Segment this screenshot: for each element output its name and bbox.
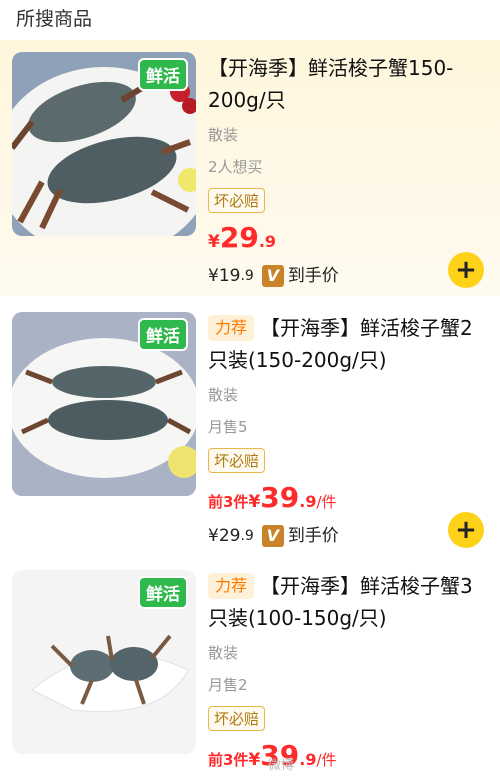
price: 前3件¥39.9/件 — [208, 483, 486, 517]
product-info: 力荐 【开海季】鲜活梭子蟹2只装(150-200g/只) 散装 月售5 坏必赔 前… — [208, 312, 486, 549]
product-image[interactable]: 鲜活 — [12, 52, 196, 236]
vip-price-integer: ¥29 — [208, 526, 241, 546]
vip-price-integer: ¥19 — [208, 266, 241, 286]
price-decimal: .9 — [299, 750, 317, 769]
pack-type: 散装 — [208, 126, 239, 144]
pack-type: 散装 — [208, 386, 239, 404]
watermark: 微博 — [268, 758, 295, 773]
vip-price-decimal: .9 — [240, 528, 254, 544]
product-card[interactable]: 鲜活 【开海季】鲜活梭子蟹150-200g/只 散装 2人想买 坏必赔 ¥29.… — [0, 40, 500, 296]
guarantee-badge: 坏必赔 — [208, 448, 266, 473]
want-count: 2人想买 — [208, 158, 263, 176]
fresh-tag: 鲜活 — [138, 318, 188, 351]
recommend-tag: 力荐 — [208, 573, 255, 599]
monthly-sales: 月售2 — [208, 676, 248, 694]
price-currency: ¥ — [248, 750, 261, 770]
vip-icon: V — [261, 525, 284, 547]
add-to-cart-button[interactable]: + — [448, 252, 484, 288]
price-integer: 39 — [260, 481, 300, 514]
product-image[interactable]: 鲜活 — [12, 570, 196, 754]
price-decimal: .9 — [258, 232, 277, 251]
price-prefix: 前3件 — [208, 493, 249, 511]
price-prefix: 前3件 — [208, 751, 249, 769]
price-currency: ¥ — [208, 232, 220, 252]
vip-price-label: 到手价 — [287, 526, 339, 546]
product-title[interactable]: 【开海季】鲜活梭子蟹150-200g/只 — [208, 52, 486, 116]
fresh-tag: 鲜活 — [138, 58, 188, 91]
vip-price-decimal: .9 — [240, 268, 254, 284]
product-title[interactable]: 力荐 【开海季】鲜活梭子蟹2只装(150-200g/只) — [208, 312, 486, 376]
recommend-tag: 力荐 — [208, 315, 255, 341]
product-card[interactable]: 鲜活 力荐 【开海季】鲜活梭子蟹2只装(150-200g/只) 散装 月售5 坏必… — [0, 300, 500, 562]
product-title[interactable]: 力荐 【开海季】鲜活梭子蟹3只装(100-150g/只) — [208, 570, 486, 634]
pack-type: 散装 — [208, 644, 239, 662]
fresh-tag: 鲜活 — [138, 576, 188, 609]
vip-price-row: ¥19.9 V 到手价 — [208, 263, 486, 289]
price: 前3件¥39.9/件 — [208, 741, 486, 775]
price-suffix: /件 — [316, 751, 337, 769]
monthly-sales: 月售5 — [208, 418, 248, 436]
price-currency: ¥ — [248, 492, 261, 512]
vip-price-row: ¥29.9 V 到手价 — [208, 523, 486, 549]
vip-icon: V — [261, 265, 284, 287]
guarantee-badge: 坏必赔 — [208, 188, 266, 213]
price: ¥29.9 — [208, 223, 486, 257]
product-card[interactable]: 鲜活 力荐 【开海季】鲜活梭子蟹3只装(100-150g/只) 散装 月售2 坏必… — [0, 564, 500, 777]
price-integer: 29 — [219, 221, 259, 254]
guarantee-badge: 坏必赔 — [208, 706, 266, 731]
product-image[interactable]: 鲜活 — [12, 312, 196, 496]
price-decimal: .9 — [299, 492, 317, 511]
vip-price-label: 到手价 — [287, 266, 339, 286]
add-to-cart-button[interactable]: + — [448, 512, 484, 548]
price-suffix: /件 — [316, 493, 337, 511]
product-info: 力荐 【开海季】鲜活梭子蟹3只装(100-150g/只) 散装 月售2 坏必赔 前… — [208, 570, 486, 775]
section-title: 所搜商品 — [16, 8, 93, 30]
product-info: 【开海季】鲜活梭子蟹150-200g/只 散装 2人想买 坏必赔 ¥29.9 ¥… — [208, 52, 486, 289]
